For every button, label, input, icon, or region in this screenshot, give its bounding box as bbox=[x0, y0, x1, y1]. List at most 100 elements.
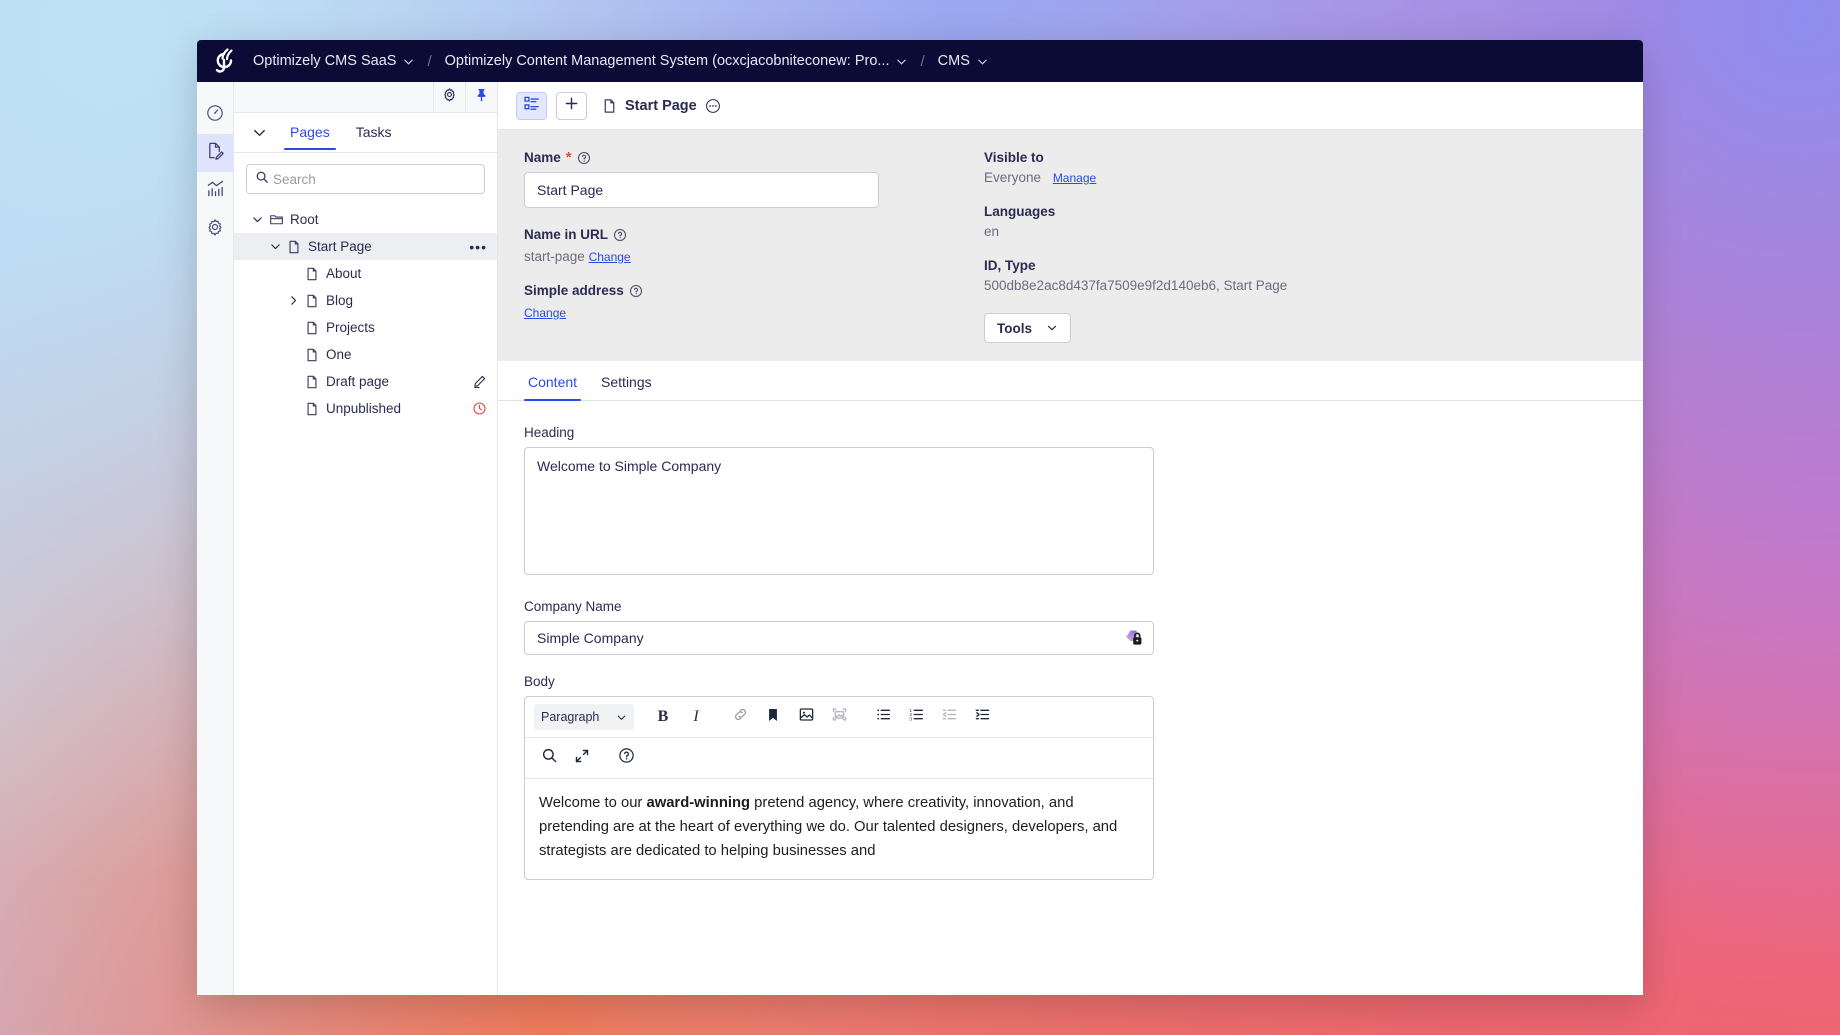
breadcrumb-item-2[interactable]: CMS bbox=[938, 53, 988, 69]
visible-to-block: Visible to Everyone Manage bbox=[984, 150, 1601, 185]
rte-toolbar-row-2 bbox=[525, 738, 1153, 779]
help-button[interactable] bbox=[611, 744, 641, 772]
heading-textarea[interactable]: Welcome to Simple Company bbox=[524, 447, 1154, 575]
breadcrumb-item-1[interactable]: Optimizely Content Management System (oc… bbox=[445, 53, 908, 69]
tab-settings[interactable]: Settings bbox=[597, 374, 656, 400]
tools-button[interactable]: Tools bbox=[984, 313, 1071, 343]
simple-address-change-link[interactable]: Change bbox=[524, 306, 566, 320]
bullet-list-button[interactable] bbox=[868, 703, 898, 731]
panel-top-actions bbox=[234, 82, 497, 113]
help-circle-icon[interactable] bbox=[613, 228, 627, 242]
breadcrumb-label-2: CMS bbox=[937, 53, 970, 69]
indent-button[interactable] bbox=[967, 703, 997, 731]
languages-block: Languages en bbox=[984, 204, 1601, 239]
link-button[interactable] bbox=[725, 703, 755, 731]
page-icon bbox=[302, 294, 322, 308]
fullscreen-button[interactable] bbox=[567, 744, 597, 772]
app-body: Pages Tasks Search Root Start Page ••• A… bbox=[197, 82, 1643, 995]
paragraph-style-label: Paragraph bbox=[541, 710, 600, 724]
tree-node-about[interactable]: About bbox=[234, 260, 497, 287]
page-outline-button[interactable] bbox=[516, 91, 547, 120]
tab-content[interactable]: Content bbox=[524, 374, 582, 401]
tree-node-draft-page[interactable]: Draft page bbox=[234, 368, 497, 395]
tree-node-label: Draft page bbox=[326, 374, 390, 389]
optimizely-logo-icon[interactable] bbox=[197, 40, 253, 82]
pin-icon bbox=[474, 87, 489, 107]
outdent-button[interactable] bbox=[934, 703, 964, 731]
more-circle-icon[interactable] bbox=[705, 98, 721, 114]
visible-to-value-row: Everyone Manage bbox=[984, 170, 1601, 185]
folder-icon bbox=[266, 212, 286, 227]
panel-tab-pages[interactable]: Pages bbox=[284, 116, 336, 150]
tree-node-one[interactable]: One bbox=[234, 341, 497, 368]
find-replace-button[interactable] bbox=[534, 744, 564, 772]
name-in-url-block: Name in URL start-page Change bbox=[524, 227, 954, 264]
page-icon bbox=[602, 98, 617, 114]
top-bar: Optimizely CMS SaaS / Optimizely Content… bbox=[197, 40, 1643, 82]
tab-content-label: Content bbox=[528, 374, 578, 390]
visible-to-manage-link[interactable]: Manage bbox=[1053, 171, 1096, 185]
breadcrumb-item-0[interactable]: Optimizely CMS SaaS bbox=[253, 53, 414, 69]
help-circle-icon[interactable] bbox=[577, 151, 591, 165]
twisty-down-icon[interactable] bbox=[248, 211, 266, 229]
bold-button[interactable]: B bbox=[648, 703, 678, 731]
search-box[interactable] bbox=[246, 164, 485, 194]
name-in-url-change-link[interactable]: Change bbox=[589, 250, 631, 264]
add-content-button[interactable] bbox=[556, 91, 587, 120]
company-name-label: Company Name bbox=[524, 599, 622, 614]
bookmark-button[interactable] bbox=[758, 703, 788, 731]
rail-item-dashboard[interactable] bbox=[197, 96, 234, 134]
italic-button[interactable]: I bbox=[681, 703, 711, 731]
panel-tab-tasks-label: Tasks bbox=[355, 124, 392, 140]
search-input[interactable] bbox=[273, 171, 476, 187]
chevron-down-icon bbox=[403, 56, 414, 67]
help-circle-icon bbox=[618, 747, 635, 769]
panel-pin-button[interactable] bbox=[465, 82, 497, 112]
tree-node-projects[interactable]: Projects bbox=[234, 314, 497, 341]
insert-media-button[interactable] bbox=[824, 703, 854, 731]
numbered-list-icon: 1 2 3 bbox=[908, 706, 925, 728]
name-input[interactable] bbox=[524, 172, 879, 208]
rail-item-settings[interactable] bbox=[197, 210, 234, 248]
help-circle-icon[interactable] bbox=[629, 284, 643, 298]
tree-node-start-page[interactable]: Start Page ••• bbox=[234, 233, 497, 260]
tree-node-root[interactable]: Root bbox=[234, 206, 497, 233]
more-dots-icon[interactable]: ••• bbox=[469, 240, 487, 254]
plus-icon bbox=[564, 96, 579, 116]
breadcrumb-label-0: Optimizely CMS SaaS bbox=[253, 53, 397, 69]
tree-node-label: Unpublished bbox=[326, 401, 402, 416]
tree-node-label: Blog bbox=[326, 293, 354, 308]
name-in-url-value-row: start-page Change bbox=[524, 249, 954, 264]
twisty-down-icon[interactable] bbox=[266, 238, 284, 256]
current-page-title: Start Page bbox=[602, 98, 721, 114]
page-icon bbox=[302, 402, 322, 416]
body-field: Body Paragraph B I 1 2 3 Welcome to our … bbox=[524, 674, 1617, 880]
rail-item-analytics[interactable] bbox=[197, 172, 234, 210]
search-icon bbox=[541, 747, 558, 769]
tree-node-actions[interactable]: ••• bbox=[469, 240, 487, 254]
twisty-right-icon[interactable] bbox=[284, 292, 302, 310]
clock-unpublished-icon bbox=[472, 401, 487, 416]
tools-button-label: Tools bbox=[997, 320, 1032, 336]
fullscreen-icon bbox=[574, 748, 590, 769]
collapse-tree-button[interactable] bbox=[248, 122, 270, 144]
panel-tab-tasks[interactable]: Tasks bbox=[350, 116, 398, 149]
page-info-panel: Name * Name in URL bbox=[498, 130, 1643, 361]
tab-settings-label: Settings bbox=[601, 374, 652, 390]
tree-node-blog[interactable]: Blog bbox=[234, 287, 497, 314]
breadcrumb-separator-1: / bbox=[920, 52, 925, 70]
name-label-text: Name bbox=[524, 150, 561, 165]
ai-locked-field-icon[interactable] bbox=[1122, 628, 1144, 648]
gear-icon bbox=[442, 87, 457, 107]
content-toolbar: Start Page bbox=[498, 82, 1643, 130]
rte-content-area[interactable]: Welcome to our award-winning pretend age… bbox=[525, 779, 1153, 879]
numbered-list-button[interactable]: 1 2 3 bbox=[901, 703, 931, 731]
panel-settings-button[interactable] bbox=[433, 82, 465, 112]
bookmark-icon bbox=[765, 707, 781, 728]
paragraph-style-select[interactable]: Paragraph bbox=[534, 704, 634, 730]
rail-item-pages[interactable] bbox=[197, 134, 234, 172]
required-marker: * bbox=[565, 149, 572, 166]
tree-node-unpublished[interactable]: Unpublished bbox=[234, 395, 497, 422]
insert-image-button[interactable] bbox=[791, 703, 821, 731]
company-name-input[interactable] bbox=[524, 621, 1154, 655]
